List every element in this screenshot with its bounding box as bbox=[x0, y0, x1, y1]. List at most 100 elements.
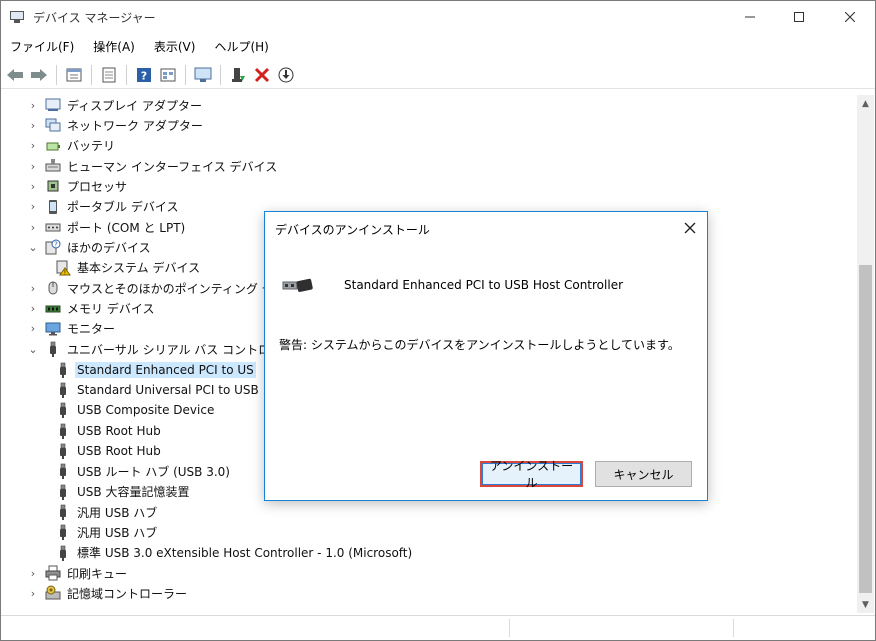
chevron-right-icon[interactable]: › bbox=[27, 200, 39, 213]
tree-item[interactable]: › 印刷キュー bbox=[27, 563, 129, 583]
tree-item[interactable]: › ポート (COM と LPT) bbox=[27, 217, 187, 237]
scroll-thumb[interactable] bbox=[859, 265, 872, 593]
enable-device-button[interactable] bbox=[226, 64, 250, 86]
cancel-button[interactable]: キャンセル bbox=[595, 461, 692, 487]
dialog-close-button[interactable] bbox=[681, 219, 699, 237]
show-hidden-button[interactable] bbox=[97, 64, 121, 86]
other-device-icon: ? bbox=[45, 239, 61, 255]
usb-icon bbox=[55, 443, 71, 459]
chevron-right-icon[interactable]: › bbox=[27, 322, 39, 335]
usb-icon bbox=[55, 484, 71, 500]
tree-item[interactable]: › プロセッサ bbox=[27, 176, 129, 196]
hid-icon bbox=[45, 158, 61, 174]
forward-button[interactable] bbox=[27, 64, 51, 86]
uninstall-confirm-button[interactable]: アンインストール bbox=[480, 459, 583, 490]
tree-item[interactable]: › ポータブル デバイス bbox=[27, 197, 180, 217]
tree-item[interactable]: › バッテリ bbox=[27, 136, 117, 156]
usb-icon bbox=[55, 382, 71, 398]
processor-icon bbox=[45, 178, 61, 194]
tree-item[interactable]: USB Root Hub bbox=[49, 421, 163, 441]
portable-device-icon bbox=[45, 199, 61, 215]
properties-button[interactable] bbox=[62, 64, 86, 86]
menu-action[interactable]: 操作(A) bbox=[84, 35, 145, 57]
scan-button[interactable] bbox=[156, 64, 180, 86]
uninstall-icon bbox=[254, 67, 270, 82]
scroll-down-icon[interactable]: ▼ bbox=[857, 596, 874, 613]
close-icon bbox=[684, 222, 696, 234]
tree-item[interactable]: USB ルート ハブ (USB 3.0) bbox=[49, 461, 232, 481]
chevron-right-icon[interactable]: › bbox=[27, 180, 39, 193]
minimize-icon bbox=[745, 16, 755, 18]
tree-item-label: 汎用 USB ハブ bbox=[77, 505, 158, 520]
chevron-right-icon[interactable]: › bbox=[27, 587, 39, 600]
tree-item[interactable]: › マウスとそのほかのポインティング デバ bbox=[27, 278, 288, 298]
scroll-up-icon[interactable]: ▲ bbox=[857, 95, 874, 112]
help-button[interactable]: ? bbox=[132, 64, 156, 86]
tree-item[interactable]: 汎用 USB ハブ bbox=[49, 522, 159, 542]
tree-item[interactable]: ⌄ ユニバーサル シリアル バス コントローラ bbox=[27, 339, 296, 359]
chevron-right-icon[interactable]: › bbox=[27, 221, 39, 234]
monitor-button[interactable] bbox=[191, 64, 215, 86]
tree-item[interactable]: › メモリ デバイス bbox=[27, 299, 156, 319]
monitor-icon bbox=[194, 67, 212, 82]
usb-icon bbox=[55, 524, 71, 541]
tree-item[interactable]: › モニター bbox=[27, 319, 117, 339]
tree-item-label: USB Root Hub bbox=[77, 443, 161, 458]
menu-bar: ファイル(F) 操作(A) 表示(V) ヘルプ(H) bbox=[1, 35, 279, 57]
tree-item[interactable]: 標準 USB 3.0 eXtensible Host Controller - … bbox=[49, 543, 414, 563]
tree-item-label: ヒューマン インターフェイス デバイス bbox=[67, 159, 278, 174]
tree-item[interactable]: USB 大容量記憶装置 bbox=[49, 482, 191, 502]
dialog-title-bar: デバイスのアンインストール bbox=[265, 212, 707, 244]
usb-icon bbox=[55, 423, 71, 439]
tree-item-label: 印刷キュー bbox=[67, 566, 128, 581]
tree-item[interactable]: 汎用 USB ハブ bbox=[49, 502, 159, 522]
toolbar: ? bbox=[1, 61, 875, 89]
chevron-down-icon[interactable]: ⌄ bbox=[27, 241, 39, 254]
chevron-right-icon[interactable]: › bbox=[27, 139, 39, 152]
tree-item[interactable]: › ヒューマン インターフェイス デバイス bbox=[27, 156, 279, 176]
chevron-right-icon[interactable]: › bbox=[27, 567, 39, 580]
tree-item-label: USB Root Hub bbox=[77, 423, 161, 438]
network-adapter-icon bbox=[45, 117, 61, 133]
dialog-device-name: Standard Enhanced PCI to USB Host Contro… bbox=[344, 278, 624, 292]
menu-help[interactable]: ヘルプ(H) bbox=[205, 35, 278, 57]
tree-item-label: 汎用 USB ハブ bbox=[77, 525, 158, 540]
tree-item[interactable]: USB Composite Device bbox=[49, 400, 216, 420]
chevron-down-icon[interactable]: ⌄ bbox=[27, 343, 39, 356]
chevron-right-icon[interactable]: › bbox=[27, 302, 39, 315]
usb-icon bbox=[55, 362, 71, 378]
update-driver-icon bbox=[278, 67, 294, 82]
back-button[interactable] bbox=[3, 64, 27, 86]
uninstall-button[interactable] bbox=[250, 64, 274, 86]
tree-item[interactable]: ⌄? ほかのデバイス bbox=[27, 237, 153, 257]
usb-icon bbox=[55, 463, 71, 480]
tree-item-label: 記憶域コントローラー bbox=[67, 586, 188, 601]
tree-item[interactable]: ! 基本システム デバイス bbox=[49, 258, 202, 278]
tree-item[interactable]: › ネットワーク アダプター bbox=[27, 115, 205, 135]
svg-text:?: ? bbox=[54, 241, 58, 249]
device-manager-icon bbox=[9, 9, 25, 25]
show-hidden-icon bbox=[102, 67, 116, 82]
menu-view[interactable]: 表示(V) bbox=[145, 35, 206, 57]
battery-icon bbox=[45, 138, 61, 154]
port-icon bbox=[45, 219, 61, 235]
maximize-button[interactable] bbox=[776, 1, 822, 33]
svg-text:!: ! bbox=[64, 269, 66, 276]
tree-item[interactable]: Standard Universal PCI to USB bbox=[49, 380, 261, 400]
usb-icon bbox=[55, 402, 71, 419]
tree-item[interactable]: › 記憶域コントローラー bbox=[27, 583, 189, 603]
vertical-scrollbar[interactable]: ▲ ▼ bbox=[857, 95, 874, 613]
close-button[interactable] bbox=[827, 1, 873, 33]
chevron-right-icon[interactable]: › bbox=[27, 282, 39, 295]
tree-item[interactable]: USB Root Hub bbox=[49, 441, 163, 461]
chevron-right-icon[interactable]: › bbox=[27, 160, 39, 173]
minimize-button[interactable] bbox=[727, 1, 773, 33]
tree-item-label: バッテリ bbox=[67, 139, 116, 154]
update-driver-button[interactable] bbox=[274, 64, 298, 86]
tree-item[interactable]: › ディスプレイ アダプター bbox=[27, 95, 204, 115]
chevron-right-icon[interactable]: › bbox=[27, 99, 39, 112]
tree-item[interactable]: Standard Enhanced PCI to US bbox=[49, 360, 256, 380]
chevron-right-icon[interactable]: › bbox=[27, 119, 39, 132]
menu-file[interactable]: ファイル(F) bbox=[1, 35, 84, 57]
usb-connector-icon bbox=[282, 273, 318, 293]
